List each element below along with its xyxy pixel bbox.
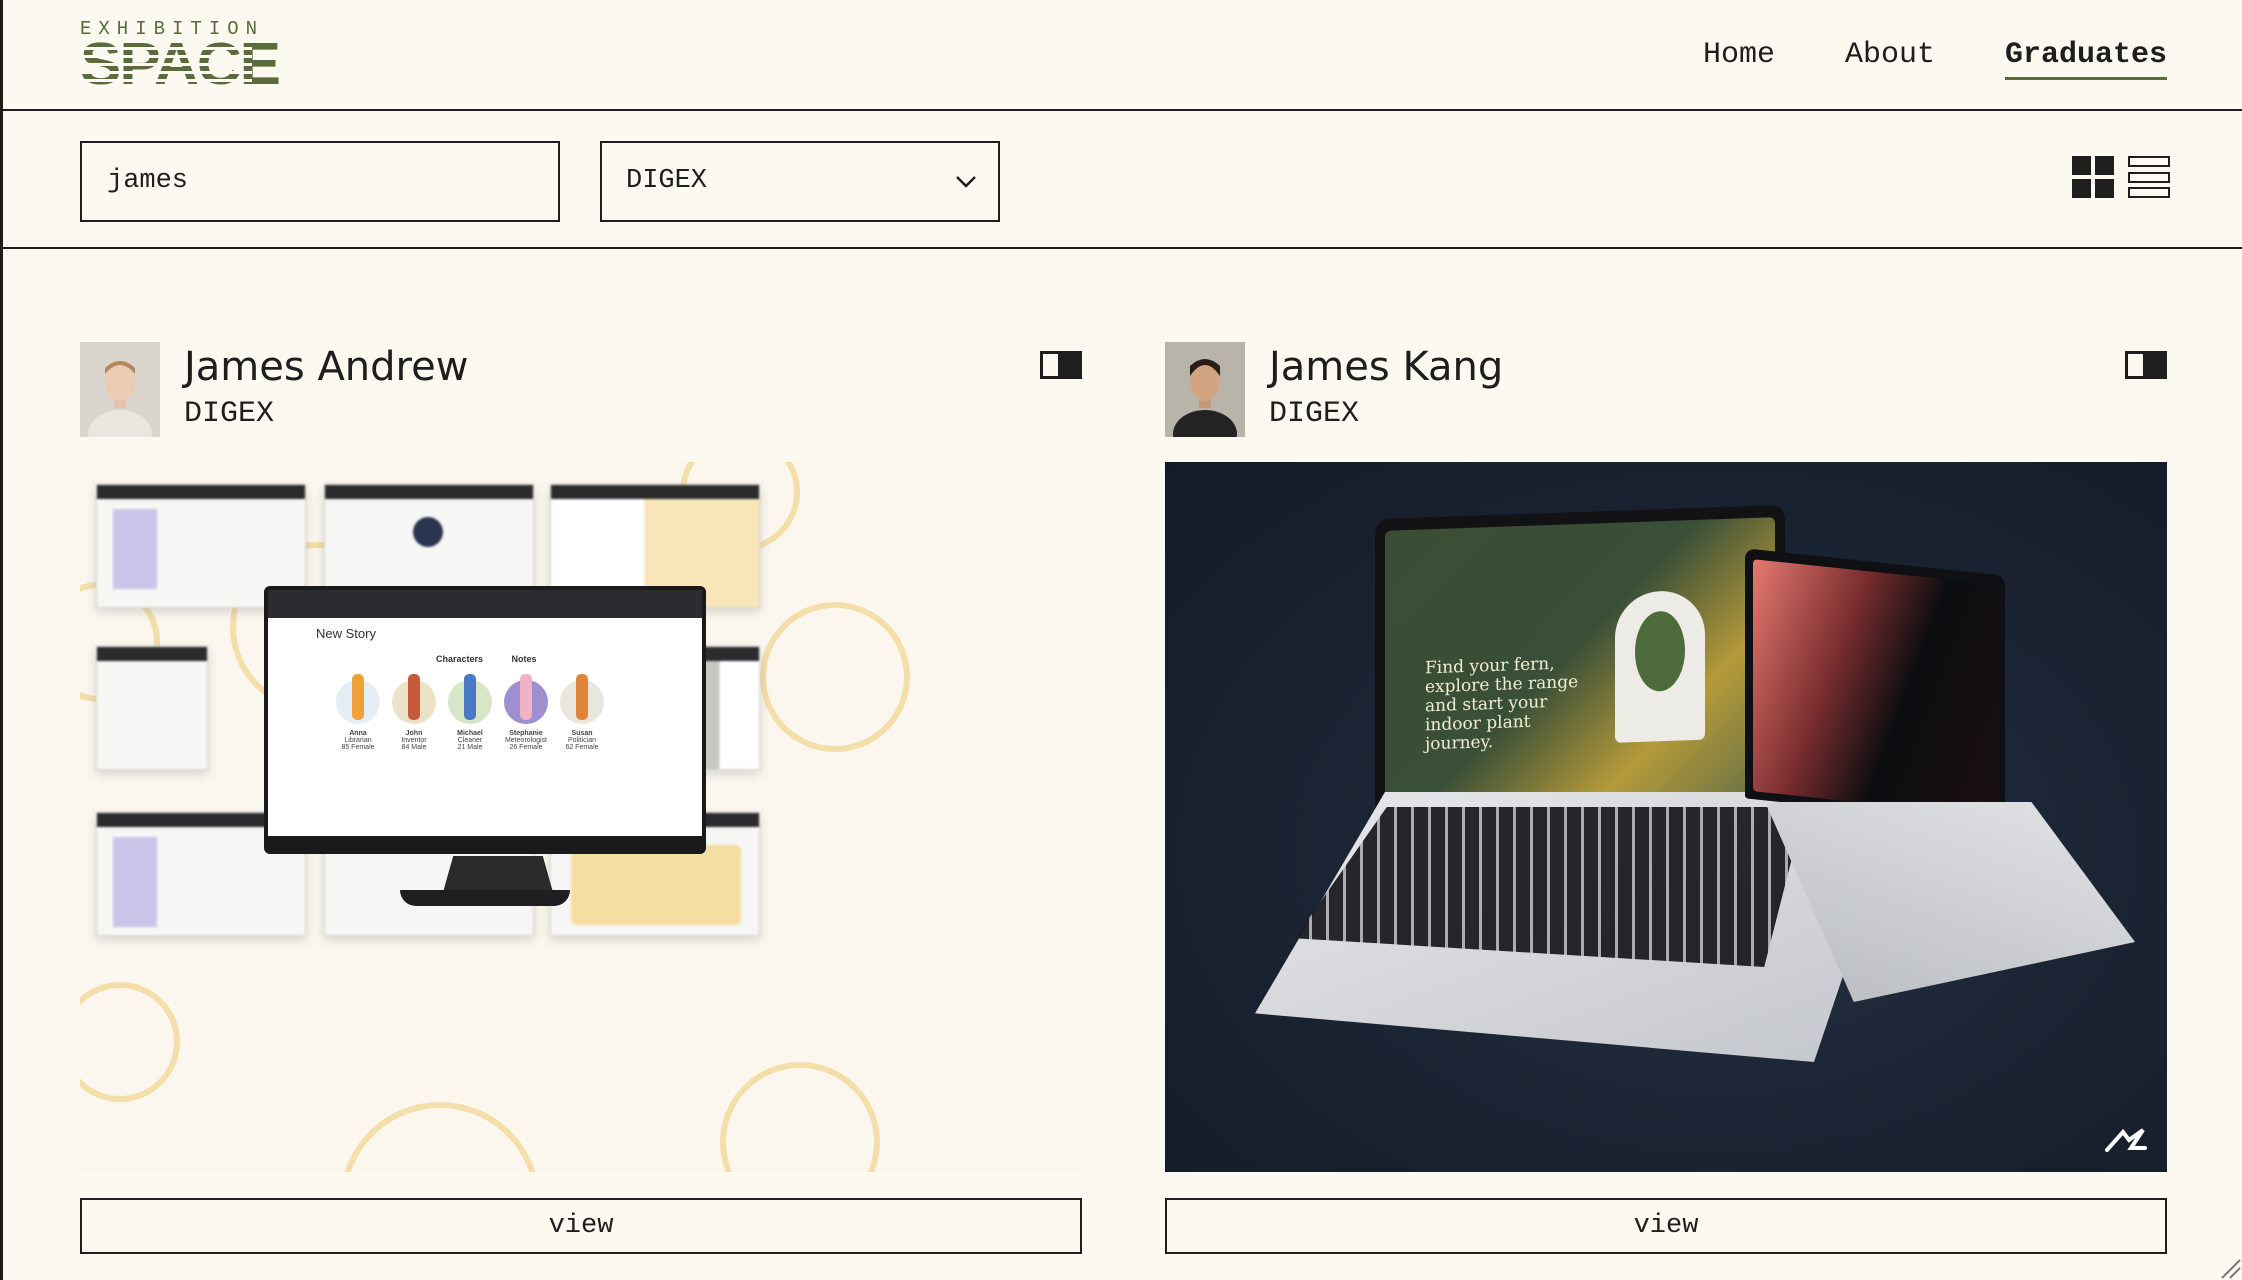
course-select-value: DIGEX <box>626 166 708 196</box>
monitor-mockup: New Story Characters Notes Anna Libraria… <box>264 586 706 854</box>
laptop-screen-text: Find your fern, explore the range and st… <box>1425 653 1579 755</box>
preview-app-title: New Story <box>316 626 376 641</box>
avatar <box>1165 342 1245 437</box>
grid-view-icon[interactable] <box>2072 156 2114 198</box>
bookmark-icon[interactable] <box>1040 351 1082 379</box>
nav-about-link[interactable]: About <box>1845 38 1935 80</box>
preview-tabs: Characters Notes <box>436 654 537 664</box>
watermark-logo <box>2105 1128 2147 1152</box>
logo-main-text: SPACE <box>80 31 281 98</box>
nav-graduates-link[interactable]: Graduates <box>2004 38 2167 80</box>
project-preview-image[interactable]: New Story Characters Notes Anna Libraria… <box>80 462 1082 1172</box>
site-header: EXHIBITION SPACE Home About Graduates <box>0 0 2242 111</box>
course-select[interactable]: DIGEX <box>600 141 1000 222</box>
resize-handle-icon[interactable] <box>2218 1256 2242 1280</box>
view-button[interactable]: view <box>80 1198 1082 1254</box>
filter-bar: james DIGEX <box>0 111 2242 249</box>
graduate-name[interactable]: James Kang <box>1269 342 1503 392</box>
graduate-course: DIGEX <box>1269 397 1360 431</box>
exhibition-space-logo[interactable]: EXHIBITION SPACE <box>80 20 281 98</box>
graduate-name[interactable]: James Andrew <box>184 342 468 392</box>
project-preview-image[interactable]: Find your fern, explore the range and st… <box>1165 462 2167 1172</box>
search-input[interactable]: james <box>80 141 560 222</box>
main-nav: Home About Graduates <box>1633 38 2167 80</box>
bookmark-icon[interactable] <box>2125 351 2167 379</box>
chevron-down-icon <box>956 176 976 188</box>
view-button[interactable]: view <box>1165 1198 2167 1254</box>
list-view-icon[interactable] <box>2128 156 2170 198</box>
graduate-course: DIGEX <box>184 397 275 431</box>
view-toggle <box>2072 156 2170 198</box>
nav-home-link[interactable]: Home <box>1703 38 1775 80</box>
avatar <box>80 342 160 437</box>
